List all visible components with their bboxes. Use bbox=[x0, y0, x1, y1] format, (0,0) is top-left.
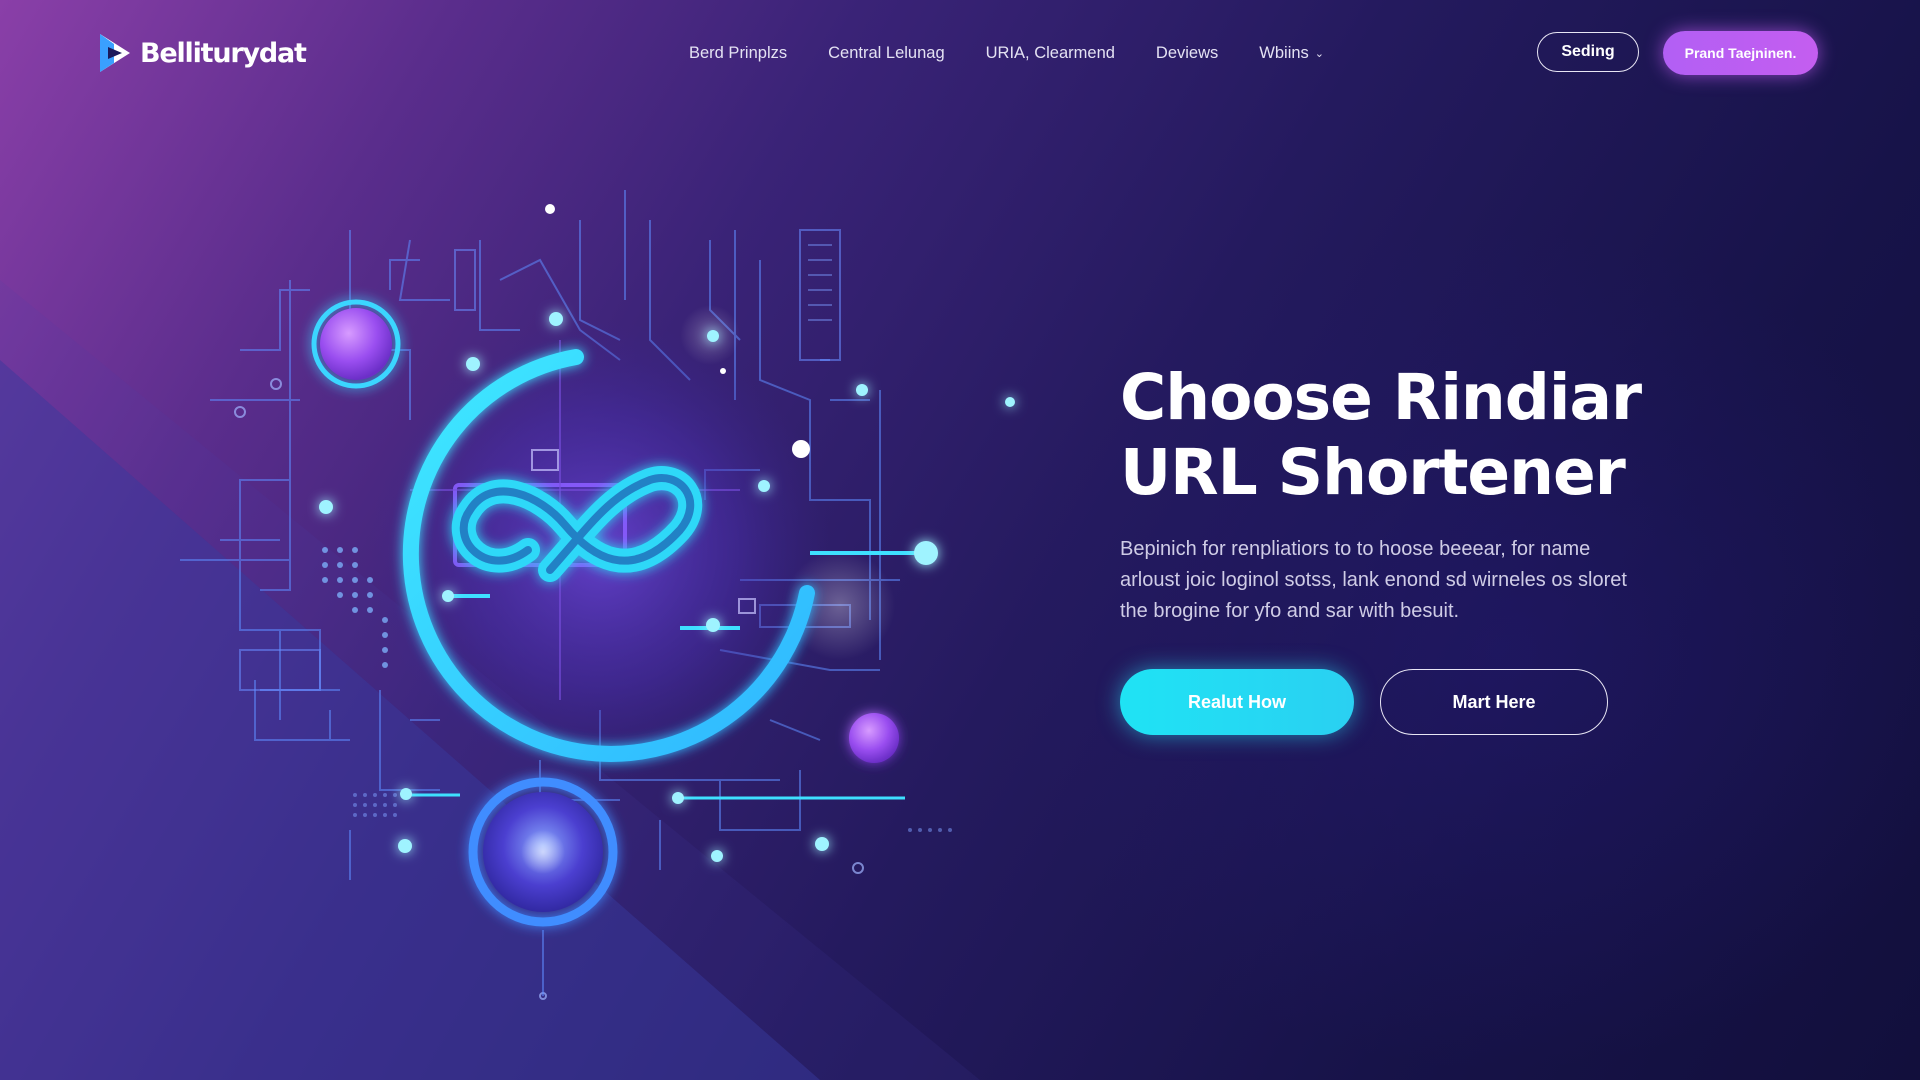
nav-link-central-lelunag[interactable]: Central Lelunag bbox=[828, 44, 945, 63]
nav-link-wbiins-label: Wbiins bbox=[1259, 44, 1309, 62]
nav-link-wbiins-dropdown[interactable]: Wbiins ⌄ bbox=[1259, 44, 1324, 63]
landing-page: Belliturydat Berd Prinplzs Central Lelun… bbox=[0, 0, 1920, 1080]
play-triangle-logo-icon bbox=[100, 34, 130, 72]
mart-here-button[interactable]: Mart Here bbox=[1380, 669, 1608, 735]
top-navigation: Belliturydat Berd Prinplzs Central Lelun… bbox=[0, 0, 1920, 108]
blue-orb-bottom bbox=[468, 777, 618, 927]
hero-illustration bbox=[180, 190, 1015, 1000]
hero-title-line-2: URL Shortener bbox=[1120, 436, 1626, 509]
realut-how-button[interactable]: Realut How bbox=[1120, 669, 1354, 735]
hero-title-line-1: Choose Rindiar bbox=[1120, 361, 1642, 434]
nav-link-uria-clearmend[interactable]: URIA, Clearmend bbox=[986, 44, 1115, 63]
circuit-chip-lines bbox=[808, 244, 832, 321]
hero-section: Choose Rindiar URL Shortener Bepinich fo… bbox=[1120, 360, 1820, 627]
chevron-down-icon: ⌄ bbox=[1314, 48, 1325, 60]
prand-taejninen-button[interactable]: Prand Taejninen. bbox=[1663, 31, 1818, 75]
hero-cta-row: Realut How Mart Here bbox=[1120, 669, 1608, 735]
nav-link-berd-prinplzs[interactable]: Berd Prinplzs bbox=[689, 44, 787, 63]
seding-button[interactable]: Seding bbox=[1537, 32, 1639, 72]
nav-link-deviews[interactable]: Deviews bbox=[1156, 44, 1218, 63]
brand-name: Belliturydat bbox=[140, 37, 307, 69]
hero-description: Bepinich for renpliatiors to to hoose be… bbox=[1120, 538, 1627, 622]
brand-logo[interactable]: Belliturydat bbox=[96, 30, 307, 76]
hero-title: Choose Rindiar URL Shortener bbox=[1120, 360, 1820, 510]
purple-orb-small bbox=[849, 713, 899, 763]
purple-orb-top-left bbox=[311, 299, 401, 389]
nav-links: Berd Prinplzs Central Lelunag URIA, Clea… bbox=[689, 44, 1324, 63]
